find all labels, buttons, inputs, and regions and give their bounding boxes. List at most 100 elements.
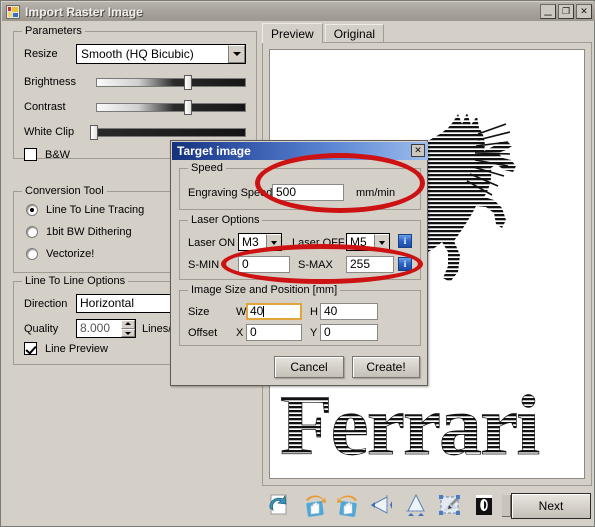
flip-vertical-icon[interactable] [403, 492, 429, 518]
spin-up-icon[interactable] [121, 320, 135, 329]
window-title-bar: Import Raster Image _ ❐ ✕ [2, 2, 595, 21]
quality-spin-buttons[interactable] [121, 320, 135, 337]
laser-off-combobox[interactable]: M5 [346, 233, 390, 251]
radio-1bit-bw-dithering[interactable] [26, 226, 38, 238]
chevron-down-icon[interactable] [228, 45, 245, 63]
laser-off-label: Laser OFF [292, 237, 345, 249]
engraving-speed-input[interactable]: 500 [272, 184, 344, 201]
size-label: Size [188, 306, 210, 318]
direction-label: Direction [24, 298, 68, 310]
speed-group-title: Speed [188, 162, 226, 174]
target-dialog-body: Speed Engraving Speed 500 mm/min Laser O… [172, 160, 426, 384]
s-max-input[interactable]: 255 [346, 256, 394, 273]
brightness-label: Brightness [24, 76, 76, 88]
contrast-slider[interactable] [96, 100, 246, 115]
spin-down-icon[interactable] [121, 328, 135, 337]
white-clip-slider[interactable] [90, 125, 246, 140]
width-prefix-label: W [236, 306, 247, 318]
resize-value: Smooth (HQ Bicubic) [81, 47, 194, 61]
resize-combobox[interactable]: Smooth (HQ Bicubic) [76, 44, 246, 64]
s-min-label: S-MIN [188, 259, 220, 271]
target-image-dialog: Target image ✕ Speed Engraving Speed 500… [170, 140, 428, 386]
bw-label: B&W [45, 149, 71, 161]
resize-label: Resize [24, 48, 58, 60]
minimize-button[interactable]: _ [540, 1, 556, 19]
chevron-down-icon[interactable] [266, 234, 281, 250]
bw-checkbox[interactable] [24, 148, 37, 161]
quality-value: 8.000 [80, 321, 111, 335]
radio-line-to-line-tracing[interactable] [26, 204, 38, 216]
white-clip-label: White Clip [24, 126, 75, 138]
quality-label: Quality [24, 323, 59, 335]
preview-tabs: Preview Original [262, 23, 385, 43]
close-button[interactable]: ✕ [576, 4, 592, 19]
next-button[interactable]: Next [511, 493, 591, 519]
maximize-icon: ❐ [561, 6, 571, 16]
laser-off-value: M5 [350, 235, 367, 249]
rotate-right-icon[interactable] [335, 492, 361, 518]
target-dialog-close-button[interactable]: ✕ [411, 144, 425, 157]
laser-info-icon[interactable]: i [398, 234, 412, 248]
chevron-down-icon[interactable] [374, 234, 389, 250]
bottom-toolbar: Next [259, 490, 593, 522]
brightness-thumb[interactable] [184, 75, 192, 90]
height-prefix-label: H [310, 306, 318, 318]
tab-original[interactable]: Original [324, 24, 385, 43]
image-size-position-group: Image Size and Position [mm] Size W 40 H… [179, 284, 421, 346]
close-icon: ✕ [580, 6, 588, 16]
offset-y-input[interactable]: 0 [320, 324, 378, 341]
window-controls: _ ❐ ✕ [540, 1, 592, 19]
engraving-speed-label: Engraving Speed [188, 187, 273, 199]
import-raster-image-window: Import Raster Image _ ❐ ✕ Parameters Res… [0, 0, 595, 527]
contrast-track [96, 103, 246, 112]
height-input[interactable]: 40 [320, 303, 378, 320]
cancel-button[interactable]: Cancel [274, 356, 344, 378]
laser-on-combobox[interactable]: M3 [238, 233, 282, 251]
conversion-tool-group-title: Conversion Tool [22, 185, 107, 197]
y-prefix-label: Y [310, 327, 318, 339]
radio-label-vectorize: Vectorize! [46, 248, 95, 260]
parameters-group-title: Parameters [22, 25, 85, 37]
target-dialog-title-bar: Target image ✕ [172, 142, 428, 160]
brightness-track [96, 78, 246, 87]
radio-vectorize[interactable] [26, 248, 38, 260]
laser-on-value: M3 [242, 235, 259, 249]
rotate-left-icon[interactable] [302, 492, 328, 518]
s-max-label: S-MAX [298, 259, 333, 271]
window-title: Import Raster Image [25, 4, 143, 19]
undo-arrow-icon[interactable] [265, 492, 291, 518]
radio-label-line-to-line-tracing: Line To Line Tracing [46, 204, 145, 216]
svg-text:Ferrari: Ferrari [280, 377, 539, 473]
line-preview-checkbox[interactable] [24, 342, 37, 355]
white-clip-thumb[interactable] [90, 125, 98, 140]
maximize-button[interactable]: ❐ [558, 4, 574, 19]
engraving-speed-units: mm/min [356, 187, 396, 199]
app-grid-icon [6, 4, 20, 19]
contrast-label: Contrast [24, 101, 66, 113]
offset-x-input[interactable]: 0 [246, 324, 302, 341]
brightness-slider[interactable] [96, 75, 246, 90]
x-prefix-label: X [236, 327, 244, 339]
flip-horizontal-icon[interactable] [369, 492, 395, 518]
create-button[interactable]: Create! [352, 356, 420, 378]
line-preview-label: Line Preview [45, 343, 108, 355]
laser-options-group: Laser Options Laser ON M3 Laser OFF M5 i… [179, 214, 421, 280]
contrast-thumb[interactable] [184, 100, 192, 115]
laser-options-group-title: Laser Options [188, 214, 263, 226]
image-size-group-title: Image Size and Position [mm] [188, 284, 341, 296]
crop-icon[interactable] [437, 492, 463, 518]
minimize-icon: _ [544, 1, 552, 16]
white-clip-track [90, 128, 246, 137]
radio-label-1bit-bw-dithering: 1bit BW Dithering [46, 226, 132, 238]
s-min-input[interactable]: 0 [238, 256, 290, 273]
tab-preview[interactable]: Preview [262, 23, 323, 43]
quality-stepper[interactable]: 8.000 [76, 319, 136, 338]
invert-colors-icon[interactable] [471, 492, 497, 518]
smin-smax-info-icon[interactable]: i [398, 257, 412, 271]
ferrari-wordmark: Ferrari Ferrari [280, 377, 542, 474]
width-input[interactable]: 40 [246, 303, 302, 320]
toolbar-separator [502, 495, 511, 517]
speed-group: Speed Engraving Speed 500 mm/min [179, 162, 421, 210]
laser-on-label: Laser ON [188, 237, 236, 249]
line-options-group-title: Line To Line Options [22, 275, 129, 287]
